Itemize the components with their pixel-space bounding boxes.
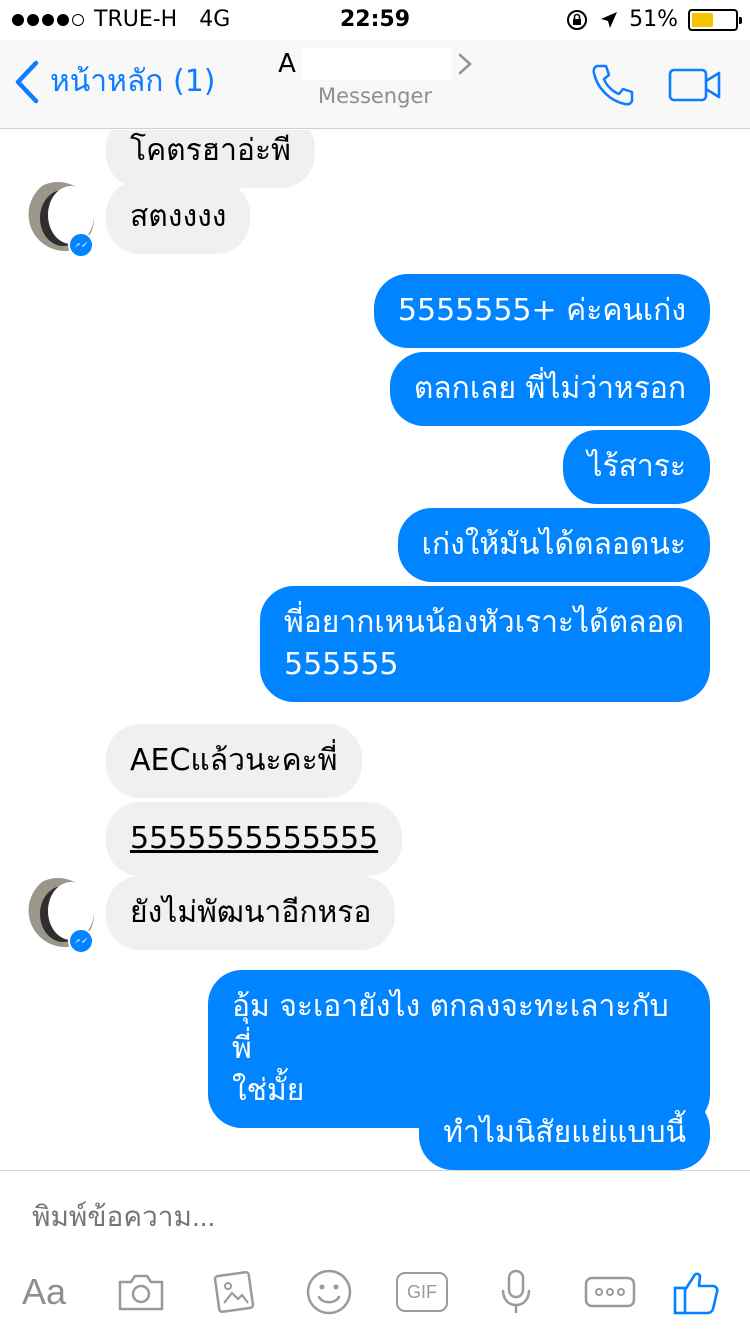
message-outgoing[interactable]: พี่อยากเหนน้องหัวเราะได้ตลอด 555555	[260, 586, 710, 702]
message-incoming[interactable]: ยังไม่พัฒนาอีกหรอ	[106, 876, 396, 950]
composer-toolbar: Aa GIF	[0, 1267, 750, 1317]
message-outgoing[interactable]: ไร้สาระ	[563, 430, 710, 504]
video-call-icon[interactable]	[668, 68, 722, 104]
message-text: ยังไม่พัฒนาอีกหรอ	[130, 895, 372, 930]
conversation-title[interactable]: A Messenger	[0, 48, 750, 108]
microphone-icon[interactable]	[500, 1267, 532, 1317]
battery-fill	[692, 12, 714, 27]
message-text: โคตรฮาอ่ะพี	[130, 133, 291, 168]
message-text: ไร้สาระ	[587, 449, 686, 484]
battery-icon	[688, 8, 742, 31]
like-thumb-icon[interactable]	[672, 1267, 720, 1317]
messenger-badge-icon	[68, 928, 94, 954]
messenger-badge-icon	[68, 232, 94, 258]
message-input[interactable]	[32, 1201, 712, 1233]
message-text: AECแล้วนะคะพี่	[130, 743, 338, 778]
location-arrow-icon	[601, 11, 618, 28]
composer: Aa GIF	[0, 1170, 750, 1334]
message-outgoing[interactable]: ตลกเลย พี่ไม่ว่าหรอก	[389, 352, 710, 426]
status-right: 51%	[565, 7, 742, 32]
message-text: ทำไมนิสัยแย่แบบนี้	[443, 1115, 686, 1150]
message-incoming[interactable]: AECแล้วนะคะพี่	[106, 724, 362, 798]
message-incoming[interactable]: สตงงงง	[106, 180, 251, 254]
message-incoming-link[interactable]: 5555555555555	[106, 802, 403, 876]
message-text: อุ้ม จะเอายังไง ตกลงจะทะเลาะกับพี่	[232, 989, 669, 1066]
phone-call-icon[interactable]	[590, 62, 636, 108]
sticker-icon[interactable]	[305, 1267, 353, 1317]
message-text-line2: 555555	[284, 647, 399, 682]
conversation-header: หน้าหลัก (1) A Messenger	[0, 40, 750, 129]
message-text: 5555555555555	[130, 821, 379, 856]
message-text: พี่อยากเหนน้องหัวเราะได้ตลอด	[284, 605, 684, 640]
gif-label: GIF	[396, 1272, 448, 1312]
message-text: สตงงงง	[130, 199, 227, 234]
message-text: 5555555+ ค่ะคนเก่ง	[397, 293, 686, 328]
gif-button[interactable]: GIF	[396, 1267, 448, 1317]
message-text: ตลกเลย พี่ไม่ว่าหรอก	[413, 371, 686, 406]
message-outgoing[interactable]: 5555555+ ค่ะคนเก่ง	[373, 274, 710, 348]
message-outgoing[interactable]: เก่งให้มันได้ตลอดนะ	[397, 508, 710, 582]
contact-name: A	[278, 49, 296, 79]
camera-icon[interactable]	[116, 1267, 166, 1317]
message-outgoing[interactable]: ทำไมนิสัยแย่แบบนี้	[419, 1096, 710, 1170]
message-text: เก่งให้มันได้ตลอดนะ	[421, 527, 686, 562]
message-list[interactable]: โคตรฮาอ่ะพี สตงงงง 5555555+ ค่ะคนเก่ง ตล…	[0, 130, 750, 1170]
text-format-button[interactable]: Aa	[22, 1267, 66, 1317]
more-options-icon[interactable]	[584, 1267, 636, 1317]
photo-gallery-icon[interactable]	[212, 1267, 258, 1317]
chevron-right-icon	[458, 53, 472, 75]
status-bar: TRUE-H 4G 22:59 51%	[0, 0, 750, 40]
header-subtitle: Messenger	[317, 84, 433, 108]
rotation-lock-icon	[567, 9, 588, 30]
redacted-name	[301, 48, 452, 80]
battery-percent: 51%	[629, 7, 678, 32]
